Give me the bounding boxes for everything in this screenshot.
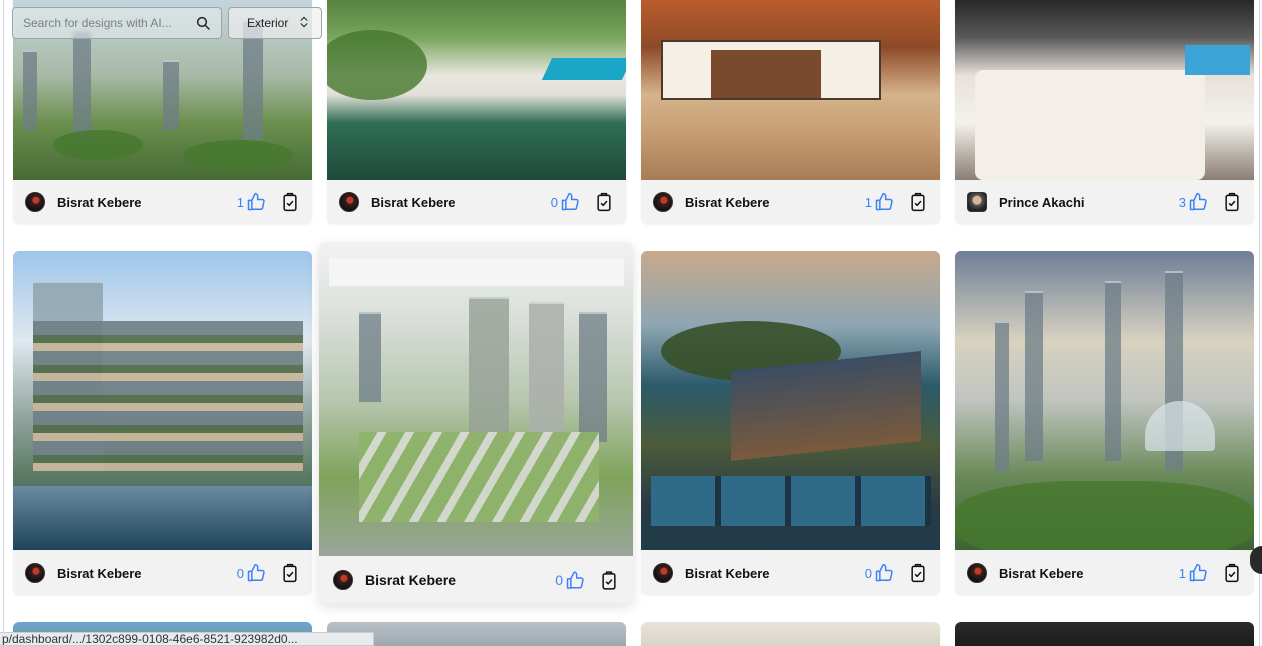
left-border <box>3 0 4 646</box>
author-name[interactable]: Bisrat Kebere <box>57 195 142 210</box>
thumbs-up-icon[interactable] <box>560 192 580 212</box>
design-card[interactable]: Prince Akachi 3 <box>955 0 1254 224</box>
author-name[interactable]: Bisrat Kebere <box>685 566 770 581</box>
design-card[interactable]: Bisrat Kebere 1 <box>641 0 940 224</box>
thumbs-up-icon[interactable] <box>246 563 266 583</box>
author-name[interactable]: Prince Akachi <box>999 195 1085 210</box>
search-icon[interactable] <box>195 15 211 31</box>
like-count: 0 <box>236 565 244 581</box>
design-image[interactable] <box>327 0 626 180</box>
design-image[interactable] <box>13 251 312 550</box>
card-footer: Bisrat Kebere 1 <box>955 551 1254 595</box>
design-image-room[interactable] <box>641 622 940 646</box>
author-avatar[interactable] <box>25 192 45 212</box>
author-avatar[interactable] <box>967 563 987 583</box>
author-avatar[interactable] <box>333 569 353 590</box>
like-count: 1 <box>864 194 872 210</box>
like-count: 0 <box>550 194 558 210</box>
design-image[interactable] <box>319 242 633 556</box>
chevron-up-down-icon <box>297 15 311 32</box>
thumbs-up-icon[interactable] <box>874 192 894 212</box>
clipboard-check-icon[interactable] <box>1222 192 1242 212</box>
author-avatar[interactable] <box>653 563 673 583</box>
like-count: 3 <box>1178 194 1186 210</box>
design-image[interactable] <box>641 0 940 180</box>
clipboard-check-icon[interactable] <box>908 192 928 212</box>
clipboard-check-icon[interactable] <box>1222 563 1242 583</box>
card-footer: Bisrat Kebere 0 <box>327 180 626 224</box>
design-image[interactable] <box>641 251 940 550</box>
card-footer: Bisrat Kebere 0 <box>13 551 312 595</box>
author-name[interactable]: Bisrat Kebere <box>371 195 456 210</box>
design-card[interactable] <box>955 622 1254 646</box>
design-image[interactable] <box>955 251 1254 550</box>
clipboard-check-icon[interactable] <box>599 570 619 590</box>
card-footer: Prince Akachi 3 <box>955 180 1254 224</box>
like-count: 1 <box>1178 565 1186 581</box>
author-avatar[interactable] <box>653 192 673 212</box>
like-count: 0 <box>864 565 872 581</box>
thumbs-up-icon[interactable] <box>1188 563 1208 583</box>
card-footer: Bisrat Kebere 1 <box>641 180 940 224</box>
author-name[interactable]: Bisrat Kebere <box>999 566 1084 581</box>
author-name[interactable]: Bisrat Kebere <box>685 195 770 210</box>
author-name[interactable]: Bisrat Kebere <box>365 572 456 588</box>
design-card[interactable]: Bisrat Kebere 1 <box>955 251 1254 595</box>
clipboard-check-icon[interactable] <box>280 563 300 583</box>
design-card[interactable]: Bisrat Kebere 0 <box>327 0 626 224</box>
author-name[interactable]: Bisrat Kebere <box>57 566 142 581</box>
thumbs-up-icon[interactable] <box>565 570 585 590</box>
author-avatar[interactable] <box>967 192 987 212</box>
card-footer: Bisrat Kebere 0 <box>319 556 633 603</box>
search-input[interactable] <box>23 16 195 30</box>
clipboard-check-icon[interactable] <box>280 192 300 212</box>
design-card[interactable]: Bisrat Kebere 0 <box>13 251 312 595</box>
design-card[interactable]: Bisrat Kebere 0 <box>641 251 940 595</box>
clipboard-check-icon[interactable] <box>594 192 614 212</box>
category-select[interactable]: Exterior <box>228 7 322 39</box>
design-card[interactable] <box>641 622 940 646</box>
like-count: 1 <box>236 194 244 210</box>
thumbs-up-icon[interactable] <box>246 192 266 212</box>
author-avatar[interactable] <box>25 563 45 583</box>
thumbs-up-icon[interactable] <box>874 563 894 583</box>
design-gallery-page: Bisrat Kebere 1 Bisrat Kebere 0 Bisrat K… <box>0 0 1262 646</box>
design-image[interactable] <box>955 0 1254 180</box>
status-bar-url: p/dashboard/.../1302c899-0108-46e6-8521-… <box>0 632 374 646</box>
search-bar[interactable] <box>12 7 222 39</box>
category-select-value: Exterior <box>247 16 289 30</box>
design-card-hovered[interactable]: Bisrat Kebere 0 <box>319 242 633 603</box>
thumbs-up-icon[interactable] <box>1188 192 1208 212</box>
like-count: 0 <box>555 571 563 588</box>
clipboard-check-icon[interactable] <box>908 563 928 583</box>
card-footer: Bisrat Kebere 0 <box>641 551 940 595</box>
author-avatar[interactable] <box>339 192 359 212</box>
design-image-dark[interactable] <box>955 622 1254 646</box>
card-footer: Bisrat Kebere 1 <box>13 180 312 224</box>
